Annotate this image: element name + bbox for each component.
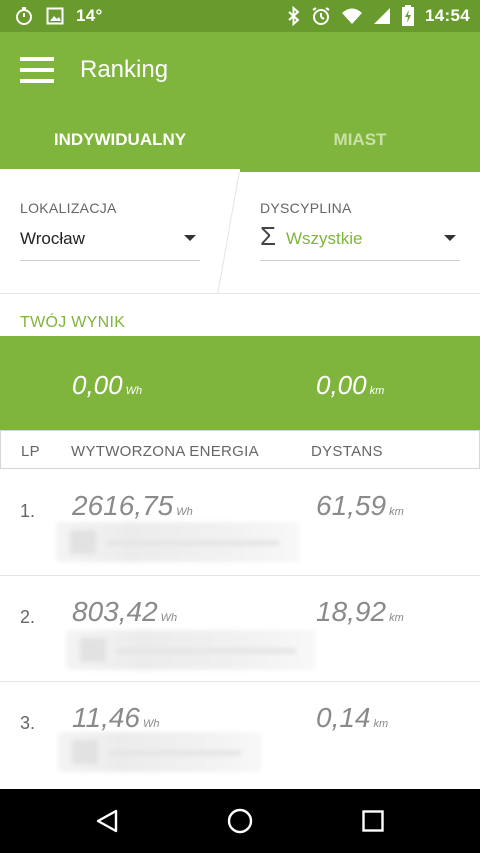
clock-text: 14:54 <box>425 6 470 25</box>
row-distance-unit: km <box>389 612 404 624</box>
tab-city-label: MIAST <box>333 130 387 149</box>
sigma-icon: Σ <box>260 221 277 251</box>
row-rank: 1. <box>20 501 36 521</box>
my-result-band: 0,00 Wh 0,00 km <box>0 336 480 430</box>
back-triangle-icon[interactable] <box>85 803 129 839</box>
filters-panel: LOKALIZACJA Wrocław DYSCYPLINA Σ Wszystk… <box>0 172 480 294</box>
row-energy-number: 11,46 <box>72 702 140 733</box>
discipline-label: DYSCYPLINA <box>260 200 352 216</box>
home-circle-icon[interactable] <box>218 803 262 839</box>
row-distance: 0,14 km <box>316 702 388 734</box>
row-distance-number: 61,59 <box>316 490 387 521</box>
row-rank: 3. <box>20 713 36 733</box>
tab-individual[interactable]: INDYWIDUALNY <box>0 108 240 172</box>
stopwatch-icon <box>14 6 34 26</box>
row-energy-number: 2616,75 <box>72 490 174 521</box>
row-distance-unit: km <box>373 718 389 730</box>
location-value: Wrocław <box>20 229 85 248</box>
app-bar: Ranking <box>0 32 480 108</box>
row-distance-number: 0,14 <box>316 702 371 733</box>
blurred-user-info <box>58 732 262 772</box>
row-rank: 2. <box>20 607 36 627</box>
bluetooth-icon <box>287 6 301 26</box>
my-energy-value: 0,00 Wh <box>72 370 142 401</box>
table-row[interactable]: 3. 11,46 Wh 0,14 km <box>0 682 480 789</box>
row-energy: 803,42 Wh <box>72 596 177 628</box>
table-header: LP WYTWORZONA ENERGIA DYSTANS <box>0 430 480 469</box>
location-dropdown[interactable]: Wrocław <box>20 222 200 262</box>
row-distance: 61,59 km <box>316 490 404 522</box>
recents-square-icon[interactable] <box>351 803 395 839</box>
blurred-user-info <box>66 630 316 670</box>
page-title: Ranking <box>80 56 169 83</box>
alarm-icon <box>311 6 331 26</box>
discipline-value: Wszystkie <box>286 229 363 248</box>
table-row[interactable]: 1. 2616,75 Wh 61,59 km <box>0 470 480 576</box>
image-icon <box>46 7 64 25</box>
discipline-dropdown[interactable]: Σ Wszystkie <box>260 221 460 262</box>
filter-divider <box>217 172 240 294</box>
location-label: LOKALIZACJA <box>20 200 117 216</box>
location-underline <box>20 260 200 261</box>
my-energy-number: 0,00 <box>72 370 123 400</box>
my-energy-unit: Wh <box>125 385 143 397</box>
row-distance-number: 18,92 <box>316 596 387 627</box>
tab-city[interactable]: MIAST <box>240 108 480 172</box>
chevron-down-icon <box>444 235 456 241</box>
temperature-text: 14° <box>76 6 103 25</box>
chevron-down-icon <box>184 235 196 241</box>
signal-icon <box>373 7 391 25</box>
row-distance: 18,92 km <box>316 596 404 628</box>
row-distance-unit: km <box>389 506 404 518</box>
row-energy: 2616,75 Wh <box>72 490 193 522</box>
blurred-user-info <box>56 522 300 562</box>
my-distance-number: 0,00 <box>316 370 367 400</box>
tab-bar: INDYWIDUALNY MIAST <box>0 108 480 172</box>
row-energy-unit: Wh <box>176 506 193 518</box>
hamburger-menu-icon[interactable] <box>14 52 60 88</box>
wifi-icon <box>341 7 363 25</box>
status-bar: 14° 14:54 <box>0 0 480 32</box>
row-energy-unit: Wh <box>143 718 160 730</box>
table-row[interactable]: 2. 803,42 Wh 18,92 km <box>0 576 480 682</box>
header-distance: DYSTANS <box>311 443 383 460</box>
my-distance-value: 0,00 km <box>316 370 384 401</box>
battery-charging-icon <box>401 5 415 27</box>
tab-individual-label: INDYWIDUALNY <box>53 130 187 149</box>
system-nav-bar <box>0 789 480 853</box>
my-distance-unit: km <box>369 385 385 397</box>
row-energy-unit: Wh <box>160 612 178 624</box>
header-energy: WYTWORZONA ENERGIA <box>71 443 259 460</box>
row-energy: 11,46 Wh <box>72 702 160 734</box>
discipline-underline <box>260 260 460 261</box>
header-rank: LP <box>21 443 40 460</box>
row-energy-number: 803,42 <box>72 596 158 627</box>
my-result-label: TWÓJ WYNIK <box>20 314 126 331</box>
